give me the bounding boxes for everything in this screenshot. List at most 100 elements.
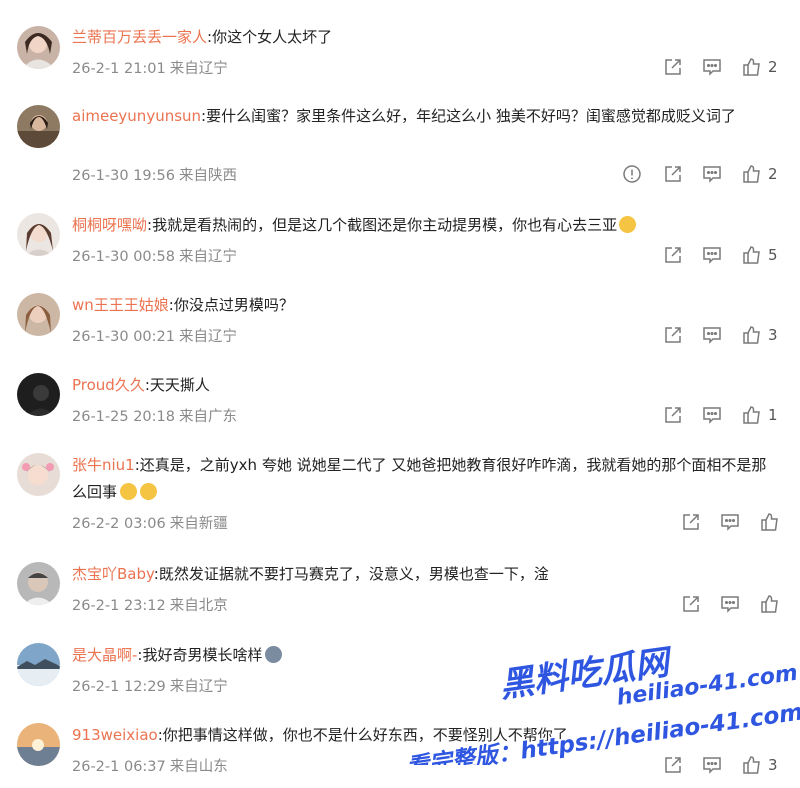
thumbs-up-icon <box>743 406 760 424</box>
comment-location: 来自广东 <box>179 409 237 425</box>
comment-location: 来自北京 <box>169 598 228 614</box>
share-icon <box>665 247 681 263</box>
comment-text: 要什么闺蜜？家里条件这么好，年纪这么小 独美不好吗？闺蜜感觉都成贬义词了 <box>206 107 736 125</box>
thumbs-up-icon <box>743 326 760 344</box>
comment-time: 26-1-25 20:18 <box>72 409 175 425</box>
share-button[interactable] <box>663 57 683 77</box>
comment-location: 来自辽宁 <box>179 249 237 265</box>
like-button[interactable]: 1 <box>742 405 778 425</box>
avatar[interactable] <box>17 213 60 256</box>
share-icon <box>665 757 681 773</box>
share-button[interactable] <box>663 405 683 425</box>
username-link[interactable]: 913weixiao <box>72 726 158 744</box>
comment-button[interactable] <box>720 594 740 614</box>
like-button[interactable]: 3 <box>742 755 778 775</box>
like-count: 5 <box>768 246 778 264</box>
like-button[interactable]: 2 <box>742 164 778 184</box>
avatar[interactable] <box>17 373 60 416</box>
comment-time: 26-1-30 00:58 <box>72 249 175 265</box>
username-link[interactable]: 桐桐呀嘿呦 <box>72 216 147 234</box>
comment-button[interactable] <box>702 325 722 345</box>
avatar[interactable] <box>17 562 60 605</box>
thumbs-up-icon <box>743 246 760 264</box>
comment-text: 还真是，之前yxh 夸她 说她星二代了 又她爸把她教育很好咋咋滴，我就看她的那个… <box>72 456 767 501</box>
comment-button[interactable] <box>720 512 740 532</box>
like-button[interactable] <box>760 512 780 532</box>
username-link[interactable]: Proud久久 <box>72 376 145 394</box>
share-button[interactable] <box>663 325 683 345</box>
comment-icon <box>721 596 739 613</box>
thumbs-up-icon <box>743 58 760 76</box>
emoji <box>264 646 282 663</box>
crying-emoji <box>120 483 138 500</box>
share-icon <box>665 327 681 343</box>
comment-location: 来自陕西 <box>179 168 237 184</box>
like-button[interactable] <box>760 594 780 614</box>
like-button[interactable]: 3 <box>742 325 778 345</box>
comment-time: 26-2-1 12:29 <box>72 679 166 695</box>
like-count: 2 <box>768 165 778 183</box>
comment-icon <box>703 407 721 424</box>
avatar[interactable] <box>17 293 60 336</box>
comment-icon <box>703 166 721 183</box>
comment-icon <box>721 514 739 531</box>
comment-time: 26-1-30 00:21 <box>72 329 175 345</box>
username-link[interactable]: 杰宝吖Baby <box>72 565 154 583</box>
comment-button[interactable] <box>702 405 722 425</box>
comment-button[interactable] <box>702 57 722 77</box>
comment-text: 天天撕人 <box>149 376 210 394</box>
comment-icon <box>703 327 721 344</box>
comment-time: 26-2-2 03:06 <box>72 516 166 532</box>
comment-button[interactable] <box>702 755 722 775</box>
comment-time: 26-1-30 19:56 <box>72 168 175 184</box>
like-count: 1 <box>768 406 778 424</box>
comment-text: 既然发证据就不要打马赛克了，没意义，男模也查一下，淦 <box>158 565 549 583</box>
comment-text: 你没点过男模吗？ <box>173 296 294 314</box>
share-button[interactable] <box>663 245 683 265</box>
comment-icon <box>703 757 721 774</box>
like-count: 3 <box>768 756 778 774</box>
share-icon <box>683 596 699 612</box>
share-icon <box>683 514 699 530</box>
crying-emoji <box>140 483 158 500</box>
comment-time: 26-2-1 23:12 <box>72 598 166 614</box>
share-icon <box>665 166 681 182</box>
comment-location: 来自山东 <box>169 759 228 775</box>
comment-button[interactable] <box>702 164 722 184</box>
comment-location: 来自新疆 <box>169 516 228 532</box>
thumbs-up-icon <box>761 513 778 531</box>
report-button[interactable] <box>622 164 642 184</box>
avatar[interactable] <box>17 26 60 69</box>
like-button[interactable]: 2 <box>742 57 778 77</box>
comment-icon <box>703 247 721 264</box>
avatar[interactable] <box>17 643 60 686</box>
thumbs-up-icon <box>761 595 778 613</box>
username-link[interactable]: aimeeyunyunsun <box>72 107 201 125</box>
username-link[interactable]: 兰蒂百万丢丢一家人 <box>72 28 207 46</box>
comment-text: 我好奇男模长啥样 <box>142 646 263 664</box>
share-icon <box>665 407 681 423</box>
comment-time: 26-2-1 06:37 <box>72 759 166 775</box>
comment-text: 你这个女人太坏了 <box>212 28 333 46</box>
like-count: 2 <box>768 58 778 76</box>
username-link[interactable]: wn王王王姑娘 <box>72 296 169 314</box>
share-button[interactable] <box>681 512 701 532</box>
username-link[interactable]: 是大晶啊- <box>72 646 137 664</box>
username-link[interactable]: 张牛niu1 <box>72 456 135 474</box>
avatar[interactable] <box>17 453 60 496</box>
comment-button[interactable] <box>702 245 722 265</box>
report-icon <box>623 165 641 183</box>
comment-time: 26-2-1 21:01 <box>72 61 166 77</box>
share-button[interactable] <box>663 164 683 184</box>
like-button[interactable]: 5 <box>742 245 778 265</box>
avatar[interactable] <box>17 723 60 766</box>
comment-text: 我就是看热闹的，但是这几个截图还是你主动提男模，你也有心去三亚 <box>152 216 618 234</box>
share-button[interactable] <box>681 594 701 614</box>
thumbs-up-icon <box>743 165 760 183</box>
laughing-emoji <box>619 216 637 233</box>
avatar[interactable] <box>17 105 60 148</box>
comment-location: 来自辽宁 <box>169 61 228 77</box>
share-button[interactable] <box>663 755 683 775</box>
comment-location: 来自辽宁 <box>179 329 237 345</box>
thumbs-up-icon <box>743 756 760 774</box>
